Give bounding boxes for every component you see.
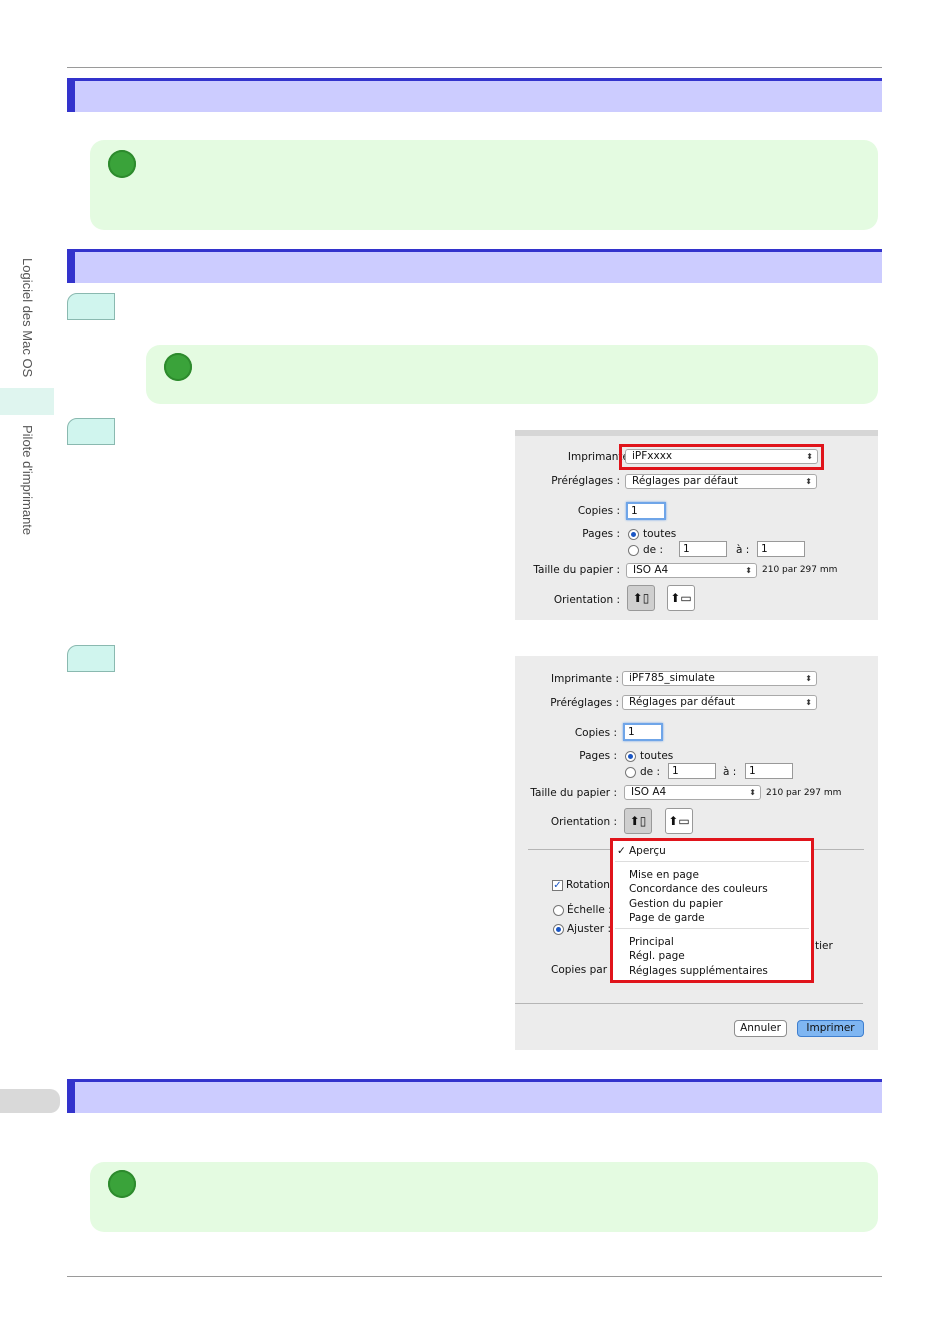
pages-all-label: toutes xyxy=(643,528,677,540)
paper-size-label: Taille du papier : xyxy=(533,564,620,576)
rotation-label: Rotation xyxy=(566,879,610,891)
step-marker-1 xyxy=(67,293,115,320)
paper-size-select[interactable]: ISO A4 ⬍ xyxy=(624,785,761,800)
section-header-1 xyxy=(67,78,882,112)
print-dialog-2: Imprimante : iPF785_simulate ⬍ Préréglag… xyxy=(515,656,878,1050)
copies-input[interactable]: 1 xyxy=(623,723,663,741)
section-header-3 xyxy=(67,1079,882,1113)
menu-item-page-setup[interactable]: Régl. page xyxy=(629,950,685,962)
pages-to-label: à : xyxy=(723,766,737,778)
sidebar-section-2: Pilote d'imprimante xyxy=(20,425,35,536)
page-number-tab xyxy=(0,1089,60,1113)
panel-menu: ✓ Aperçu Mise en page Concordance des co… xyxy=(610,838,814,983)
updown-arrow-icon: ⬍ xyxy=(805,674,812,683)
partial-label: tier xyxy=(815,940,833,952)
pages-to-label: à : xyxy=(736,544,750,556)
updown-arrow-icon: ⬍ xyxy=(805,698,812,707)
pages-all-radio[interactable] xyxy=(625,751,636,762)
pages-all-label: toutes xyxy=(640,750,674,762)
print-button[interactable]: Imprimer xyxy=(797,1020,864,1037)
note-pencil-icon xyxy=(164,353,192,381)
pages-from-label: de : xyxy=(640,766,661,778)
presets-value: Réglages par défaut xyxy=(632,475,739,487)
orientation-label: Orientation : xyxy=(550,816,617,828)
pages-all-radio[interactable] xyxy=(628,529,639,540)
paper-size-value: ISO A4 xyxy=(633,564,669,576)
pages-label: Pages : xyxy=(579,750,617,762)
note-pencil-icon xyxy=(108,1170,136,1198)
pages-from-input[interactable]: 1 xyxy=(668,763,716,779)
scale-label: Échelle : xyxy=(567,904,612,916)
presets-label: Préréglages : xyxy=(551,475,620,487)
menu-item-additional-settings[interactable]: Réglages supplémentaires xyxy=(629,965,768,977)
menu-item-preview[interactable]: Aperçu xyxy=(629,845,666,857)
note-pencil-icon xyxy=(108,150,136,178)
presets-select[interactable]: Réglages par défaut ⬍ xyxy=(622,695,817,710)
section-header-2 xyxy=(67,249,882,283)
scale-radio[interactable] xyxy=(553,905,564,916)
copies-label: Copies : xyxy=(577,505,620,517)
top-rule xyxy=(67,67,882,68)
presets-select[interactable]: Réglages par défaut ⬍ xyxy=(625,474,817,489)
updown-arrow-icon: ⬍ xyxy=(745,566,752,575)
menu-separator xyxy=(615,861,809,862)
menu-item-layout[interactable]: Mise en page xyxy=(629,869,699,881)
checkmark-icon: ✓ xyxy=(617,845,626,857)
landscape-orientation-icon[interactable]: ⬆▭ xyxy=(667,585,695,611)
pages-range-radio[interactable] xyxy=(625,767,636,778)
copies-input[interactable]: 1 xyxy=(626,502,666,520)
cancel-button[interactable]: Annuler xyxy=(734,1020,787,1037)
rotation-checkbox[interactable]: ✓ xyxy=(552,880,563,891)
paper-size-select[interactable]: ISO A4 ⬍ xyxy=(626,563,757,578)
paper-dimensions: 210 par 297 mm xyxy=(762,565,838,575)
sidebar-section-1: Logiciel des Mac OS xyxy=(20,258,35,378)
note-box-1 xyxy=(90,140,878,230)
menu-item-color-matching[interactable]: Concordance des couleurs xyxy=(629,883,768,895)
note-box-3 xyxy=(90,1162,878,1232)
updown-arrow-icon: ⬍ xyxy=(749,788,756,797)
printer-label: Imprimante : xyxy=(551,673,619,685)
printer-value: iPF785_simulate xyxy=(629,672,715,684)
menu-item-paper-handling[interactable]: Gestion du papier xyxy=(629,898,723,910)
copies-label: Copies : xyxy=(574,727,617,739)
pages-from-input[interactable]: 1 xyxy=(679,541,727,557)
presets-value: Réglages par défaut xyxy=(629,696,736,708)
sidebar-active-tab xyxy=(0,388,54,415)
bottom-rule xyxy=(67,1276,882,1277)
orientation-label: Orientation : xyxy=(553,594,620,606)
menu-separator xyxy=(615,928,809,929)
fit-radio[interactable] xyxy=(553,924,564,935)
menu-item-main[interactable]: Principal xyxy=(629,936,674,948)
pages-label: Pages : xyxy=(582,528,620,540)
step-marker-2 xyxy=(67,418,115,445)
presets-label: Préréglages : xyxy=(550,697,619,709)
pages-range-radio[interactable] xyxy=(628,545,639,556)
menu-item-cover-page[interactable]: Page de garde xyxy=(629,912,705,924)
pages-to-input[interactable]: 1 xyxy=(745,763,793,779)
pages-to-input[interactable]: 1 xyxy=(757,541,805,557)
fit-label: Ajuster : xyxy=(567,923,611,935)
landscape-orientation-icon[interactable]: ⬆▭ xyxy=(665,808,693,834)
pages-from-label: de : xyxy=(643,544,664,556)
step-marker-3 xyxy=(67,645,115,672)
paper-size-value: ISO A4 xyxy=(631,786,667,798)
print-dialog-1: Imprimante iPFxxxx ⬍ Préréglages : Régla… xyxy=(515,430,878,620)
paper-dimensions: 210 par 297 mm xyxy=(766,788,842,798)
divider xyxy=(515,1003,863,1004)
highlight-box xyxy=(619,444,824,470)
printer-select[interactable]: iPF785_simulate ⬍ xyxy=(622,671,817,686)
updown-arrow-icon: ⬍ xyxy=(805,477,812,486)
note-box-2 xyxy=(146,345,878,404)
copies-per-label: Copies par xyxy=(551,964,608,976)
paper-size-label: Taille du papier : xyxy=(530,787,617,799)
portrait-orientation-icon[interactable]: ⬆▯ xyxy=(627,585,655,611)
portrait-orientation-icon[interactable]: ⬆▯ xyxy=(624,808,652,834)
